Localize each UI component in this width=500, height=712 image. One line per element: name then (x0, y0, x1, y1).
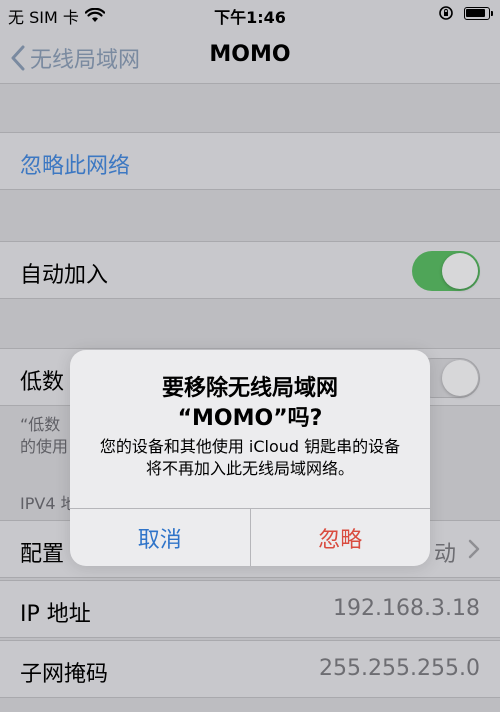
alert-button-row: 取消 忽略 (70, 508, 430, 566)
toggle-knob (442, 253, 478, 289)
chevron-right-icon (468, 539, 480, 559)
forget-network-label: 忽略此网络 (20, 154, 131, 179)
subnet-mask-value: 255.255.255.0 (319, 656, 480, 681)
ipv4-section-header: IPV4 地 (20, 494, 77, 513)
status-right (438, 5, 493, 21)
subnet-mask-cell: 子网掩码 255.255.255.0 (0, 640, 500, 698)
alert-title-line-1: 要移除无线局域网 (161, 376, 338, 401)
subnet-mask-label: 子网掩码 (20, 662, 109, 687)
toggle-knob (442, 360, 478, 396)
forget-network-alert: 要移除无线局域网 “MOMO”吗? 您的设备和其他使用 iCloud 钥匙串的设… (70, 350, 430, 566)
low-data-note: “低数 的使用 (20, 414, 68, 458)
ip-address-label: IP 地址 (20, 602, 91, 627)
nav-bar: 无线局域网 MOMO (0, 28, 500, 84)
alert-cancel-button[interactable]: 取消 (70, 509, 251, 566)
auto-join-toggle[interactable] (412, 251, 480, 291)
alert-forget-button[interactable]: 忽略 (251, 509, 431, 566)
note-line-2: 的使用 (20, 437, 69, 456)
orientation-lock-icon (439, 6, 453, 20)
auto-join-label: 自动加入 (20, 263, 109, 288)
note-line-1: “低数 (20, 415, 61, 434)
auto-join-cell: 自动加入 (0, 241, 500, 299)
alert-title: 要移除无线局域网 “MOMO”吗? (70, 374, 430, 434)
status-bar: 无 SIM 卡 下午1:46 (0, 0, 500, 28)
ip-address-value: 192.168.3.18 (333, 596, 480, 621)
status-time: 下午1:46 (214, 8, 286, 27)
ip-address-cell: IP 地址 192.168.3.18 (0, 580, 500, 638)
configure-ip-label: 配置 (20, 542, 65, 567)
alert-message: 您的设备和其他使用 iCloud 钥匙串的设备将不再加入此无线局域网络。 (99, 437, 401, 478)
alert-title-line-2: “MOMO”吗? (177, 406, 323, 431)
battery-icon (464, 6, 493, 20)
screen: 无 SIM 卡 下午1:46 无线局域网 MOMO 忽略此网络 自动加入 低数 … (0, 0, 500, 712)
configure-ip-value: 动 (433, 542, 456, 567)
low-data-label: 低数 (20, 370, 65, 395)
forget-network-cell[interactable]: 忽略此网络 (0, 132, 500, 190)
page-title: MOMO (209, 42, 291, 67)
